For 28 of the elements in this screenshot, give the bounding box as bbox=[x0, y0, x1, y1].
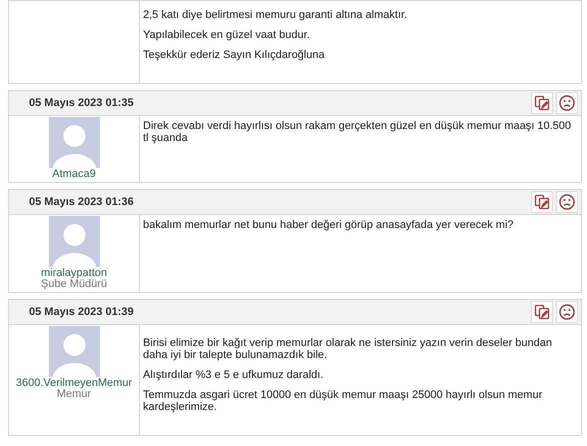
report-button[interactable] bbox=[556, 191, 578, 213]
post-text: 2,5 katı diye belirtmesi memuru garanti altına almaktır. bbox=[143, 9, 408, 21]
post-text: bakalım memurlar net bunu haber değeri görüp anasayfada yer verecek mi? bbox=[143, 219, 515, 231]
user-rank: Şube Müdürü bbox=[40, 279, 108, 290]
username[interactable]: 3600.VerilmeyenMemur bbox=[16, 377, 132, 389]
copy-edit-icon bbox=[534, 304, 550, 320]
post-text: Teşekkür ederiz Sayın Kılıçdaroğluna bbox=[143, 49, 326, 61]
username[interactable]: miralaypatton bbox=[40, 267, 108, 279]
quote-button[interactable] bbox=[531, 92, 553, 114]
sad-face-icon bbox=[559, 95, 575, 111]
post-text: Alıştırdılar %3 e 5 e ufkumuz daraldı. bbox=[143, 369, 324, 381]
post-date: 05 Mayıs 2023 01:36 bbox=[29, 196, 135, 208]
report-button[interactable] bbox=[556, 301, 578, 323]
post-text: Temmuzda asgari ücret 10000 en düşük memur maaşı 25000 hayırlı olsun memur kardeşlerimize. bbox=[143, 389, 544, 413]
quote-button[interactable] bbox=[531, 191, 553, 213]
quote-button[interactable] bbox=[531, 301, 553, 323]
post-text: Yapılabilecek en güzel vaat budur. bbox=[143, 29, 311, 41]
report-button[interactable] bbox=[556, 92, 578, 114]
copy-edit-icon bbox=[534, 95, 550, 111]
username[interactable]: Atmaca9 bbox=[52, 168, 96, 180]
post-text: Birisi elimize bir kağıt verip memurlar olarak ne istersiniz yazın verin deseler bundan daha iyi bir talepte bulunamazdık bile. bbox=[143, 337, 553, 361]
post-date: 05 Mayıs 2023 01:35 bbox=[29, 97, 135, 109]
sad-face-icon bbox=[559, 304, 575, 320]
sad-face-icon bbox=[559, 194, 575, 210]
post-date: 05 Mayıs 2023 01:39 bbox=[29, 306, 135, 318]
copy-edit-icon bbox=[534, 194, 550, 210]
post-text: Direk cevabı verdi hayırlısı olsun rakam gerçekten güzel en düşük memur maaşı 10.500 tl şuanda bbox=[143, 120, 572, 144]
user-rank: Memur bbox=[56, 389, 92, 400]
